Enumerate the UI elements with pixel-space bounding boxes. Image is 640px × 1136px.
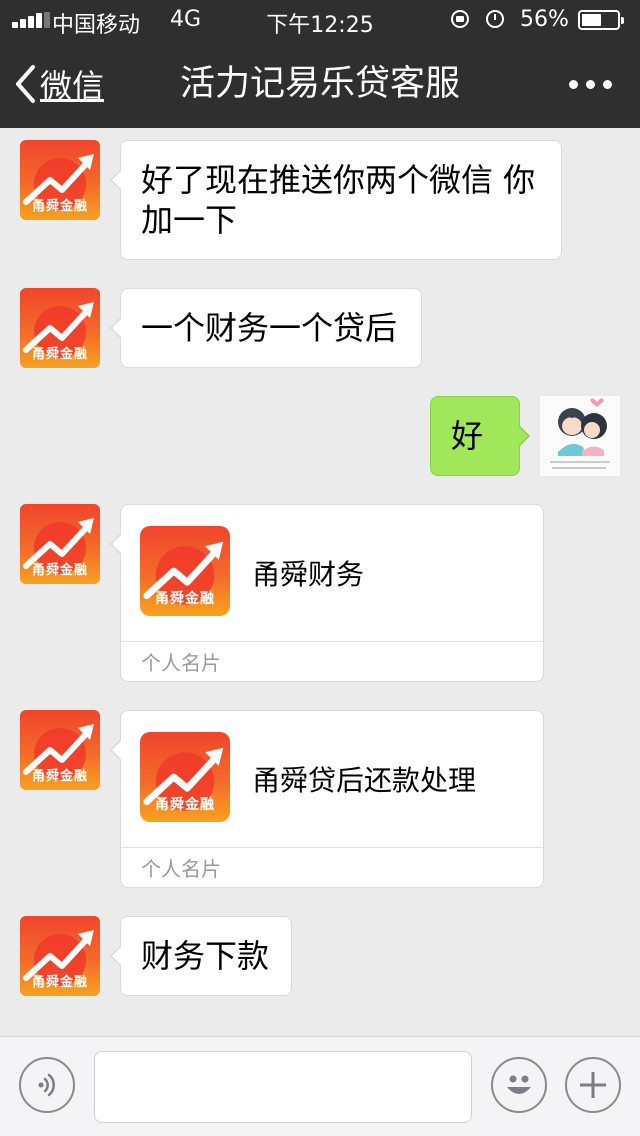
brand-logo-text: 甬舜金融	[31, 975, 88, 990]
message-bubble[interactable]: 财务下款	[110, 916, 292, 996]
self-avatar[interactable]	[540, 396, 620, 476]
contact-avatar[interactable]: 甬舜金融	[20, 710, 100, 790]
card-divider	[121, 847, 543, 848]
voice-icon	[38, 1073, 55, 1097]
contact-card[interactable]: 甬舜金融 甬舜财务 个人名片	[110, 504, 544, 682]
card-type-label: 个人名片	[141, 651, 221, 675]
message-text: 好了现在推送你两个微信 你加一下	[141, 161, 536, 239]
brand-logo-text: 甬舜金融	[31, 563, 88, 578]
rotation-lock-icon	[451, 10, 469, 28]
chat-title: 活力记易乐贷客服	[179, 64, 460, 104]
status-bar: 中国移动 4G 下午12:25 56%	[0, 0, 640, 40]
contact-avatar[interactable]: 甬舜金融	[20, 140, 100, 220]
card-contact-name: 甬舜贷后还款处理	[252, 764, 477, 797]
brand-logo-text: 甬舜金融	[31, 769, 88, 784]
contact-avatar[interactable]: 甬舜金融	[20, 288, 100, 368]
contact-avatar[interactable]: 甬舜金融	[20, 916, 100, 996]
message-text: 一个财务一个贷后	[141, 309, 398, 347]
more-functions-button[interactable]	[565, 1057, 621, 1113]
alarm-icon	[486, 10, 504, 28]
plus-icon	[580, 1072, 606, 1098]
more-button[interactable]	[560, 66, 620, 102]
card-type-label: 个人名片	[141, 857, 221, 881]
card-avatar: 甬舜金融	[140, 526, 230, 616]
brand-logo-text: 甬舜金融	[31, 347, 88, 362]
chat-area[interactable]: 甬舜金融 好了现在推送你两个微信 你加一下 甬舜金融 一个财务一个贷后 好 甬舜…	[0, 128, 640, 1036]
brand-logo-text: 甬舜金融	[155, 591, 215, 607]
battery-icon	[578, 10, 624, 30]
smiley-icon	[507, 1075, 531, 1094]
more-dots-icon	[568, 79, 578, 89]
contact-avatar[interactable]: 甬舜金融	[20, 504, 100, 584]
message-bubble[interactable]: 好了现在推送你两个微信 你加一下	[110, 140, 562, 260]
message-text: 好	[451, 417, 484, 455]
contact-card[interactable]: 甬舜金融 甬舜贷后还款处理 个人名片	[110, 710, 544, 888]
emoji-button[interactable]	[491, 1057, 547, 1113]
couple-cartoon-icon	[540, 396, 620, 476]
input-bar	[0, 1036, 640, 1136]
battery-fill	[582, 14, 601, 26]
card-avatar: 甬舜金融	[140, 732, 230, 822]
brand-logo-text: 甬舜金融	[155, 797, 215, 813]
message-bubble[interactable]: 一个财务一个贷后	[110, 288, 422, 368]
brand-logo-text: 甬舜金融	[31, 199, 88, 214]
battery-percentage: 56%	[520, 7, 569, 32]
card-divider	[121, 641, 543, 642]
card-contact-name: 甬舜财务	[252, 558, 365, 591]
message-input[interactable]	[94, 1051, 472, 1123]
message-text: 财务下款	[141, 937, 270, 975]
self-message-bubble[interactable]: 好	[430, 396, 530, 476]
voice-button[interactable]	[19, 1057, 75, 1113]
nav-bar: 微信 活力记易乐贷客服	[0, 40, 640, 128]
